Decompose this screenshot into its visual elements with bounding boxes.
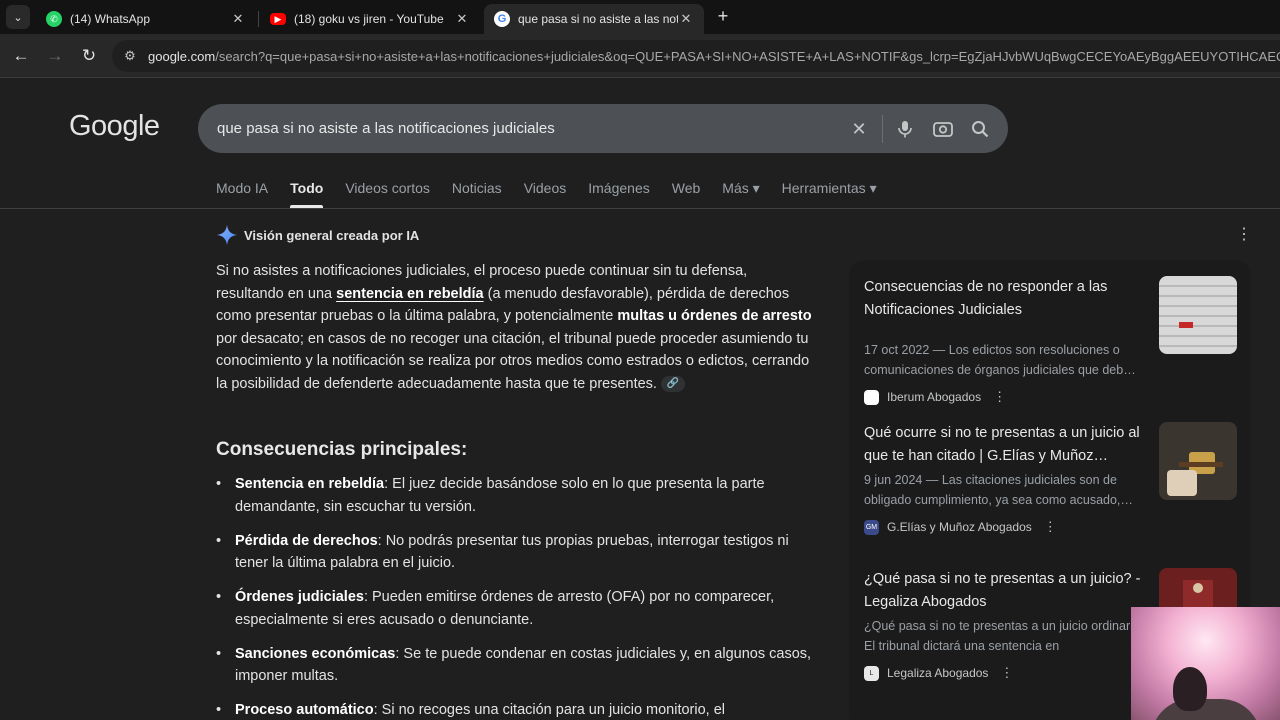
more-options-icon[interactable]: ⋮ bbox=[1044, 519, 1057, 535]
site-favicon bbox=[864, 389, 879, 405]
source-title[interactable]: ¿Qué pasa si no te presentas a un juicio… bbox=[864, 568, 1154, 613]
source-thumbnail[interactable] bbox=[1159, 422, 1237, 500]
tools-button[interactable]: Herramientas ▾ bbox=[782, 180, 877, 208]
tab-noticias[interactable]: Noticias bbox=[452, 180, 502, 208]
site-favicon: L bbox=[864, 665, 879, 681]
sparkle-icon bbox=[216, 224, 238, 246]
tab-mas[interactable]: Más ▾ bbox=[722, 180, 759, 208]
source-thumbnail[interactable] bbox=[1159, 276, 1237, 354]
tab-modo-ia[interactable]: Modo IA bbox=[216, 180, 268, 208]
browser-toolbar: ← → ↻ ⚙ google.com/search?q=que+pasa+si+… bbox=[0, 34, 1280, 78]
source-snippet: 17 oct 2022 — Los edictos son resolucion… bbox=[864, 343, 1136, 377]
ai-overview-summary: Si no asistes a notificaciones judiciale… bbox=[216, 263, 812, 393]
ai-overview-header: Visión general creada por IA bbox=[216, 224, 419, 246]
source-site: L Legaliza Abogados ⋮ bbox=[864, 665, 1013, 681]
tab-title: (18) goku vs jiren - YouTube bbox=[294, 12, 444, 26]
search-type-tabs: Modo IA Todo Videos cortos Noticias Vide… bbox=[216, 180, 899, 208]
link-icon[interactable]: 🔗 bbox=[660, 376, 685, 393]
search-input[interactable]: que pasa si no asiste a las notificacion… bbox=[217, 120, 555, 137]
google-logo[interactable]: Google bbox=[69, 110, 160, 143]
person-image bbox=[1173, 667, 1207, 711]
tab-strip: ⌄ ✆ (14) WhatsApp ✕ ▶ (18) goku vs jiren… bbox=[0, 0, 1280, 34]
list-item: Pérdida de derechos: No podrás presentar… bbox=[216, 530, 816, 575]
tab-whatsapp[interactable]: ✆ (14) WhatsApp ✕ bbox=[36, 4, 256, 34]
search-box[interactable]: que pasa si no asiste a las notificacion… bbox=[198, 104, 1008, 153]
list-item: Sanciones económicas: Se te puede conden… bbox=[216, 643, 816, 688]
highlight-term: multas u órdenes de arresto bbox=[617, 308, 812, 325]
microphone-icon[interactable] bbox=[893, 117, 917, 141]
ai-overview-title: Visión general creada por IA bbox=[244, 227, 420, 243]
address-bar[interactable]: ⚙ google.com/search?q=que+pasa+si+no+asi… bbox=[112, 40, 1280, 72]
highlight-term[interactable]: sentencia en rebeldía bbox=[336, 286, 483, 302]
source-site: GM G.Elías y Muñoz Abogados ⋮ bbox=[864, 519, 1057, 535]
close-icon[interactable]: ✕ bbox=[230, 11, 246, 27]
more-options-icon[interactable]: ⋮ bbox=[993, 389, 1006, 405]
source-site: Iberum Abogados ⋮ bbox=[864, 389, 1006, 405]
tab-youtube[interactable]: ▶ (18) goku vs jiren - YouTube ✕ bbox=[260, 4, 480, 34]
site-info-icon[interactable]: ⚙ bbox=[112, 48, 148, 64]
site-favicon: GM bbox=[864, 519, 879, 535]
forward-icon[interactable]: → bbox=[44, 45, 66, 67]
source-title[interactable]: Consecuencias de no responder a las Noti… bbox=[864, 276, 1154, 321]
tab-search-button[interactable]: ⌄ bbox=[6, 5, 30, 29]
more-options-icon[interactable]: ⋮ bbox=[1000, 665, 1013, 681]
search-icon[interactable] bbox=[968, 117, 992, 141]
whatsapp-icon: ✆ bbox=[46, 11, 62, 27]
new-tab-button[interactable]: + bbox=[712, 5, 734, 27]
google-icon: G bbox=[494, 11, 510, 27]
tab-title: (14) WhatsApp bbox=[70, 12, 151, 26]
tab-title: que pasa si no asiste a las notifi bbox=[518, 12, 678, 26]
list-item: Órdenes judiciales: Pueden emitirse órde… bbox=[216, 586, 816, 631]
tab-videos-cortos[interactable]: Videos cortos bbox=[345, 180, 430, 208]
tab-todo[interactable]: Todo bbox=[290, 180, 324, 208]
tab-imagenes[interactable]: Imágenes bbox=[588, 180, 649, 208]
list-item: Sentencia en rebeldía: El juez decide ba… bbox=[216, 473, 816, 518]
source-title[interactable]: Qué ocurre si no te presentas a un juici… bbox=[864, 422, 1154, 467]
clear-icon[interactable]: ✕ bbox=[847, 117, 871, 141]
source-snippet: 9 jun 2024 — Las citaciones judiciales s… bbox=[864, 473, 1133, 507]
back-icon[interactable]: ← bbox=[10, 45, 32, 67]
section-heading: Consecuencias principales: bbox=[216, 439, 468, 460]
consequences-list: Sentencia en rebeldía: El juez decide ba… bbox=[216, 473, 816, 720]
tab-videos[interactable]: Videos bbox=[524, 180, 567, 208]
close-icon[interactable]: ✕ bbox=[678, 11, 694, 27]
camera-search-icon[interactable] bbox=[931, 117, 955, 141]
webcam-overlay bbox=[1131, 607, 1280, 720]
tab-web[interactable]: Web bbox=[672, 180, 701, 208]
source-snippet: ¿Qué pasa si no te presentas a un juicio… bbox=[864, 619, 1147, 653]
list-item: Proceso automático: Si no recoges una ci… bbox=[216, 699, 816, 720]
more-options-icon[interactable]: ⋮ bbox=[1236, 226, 1252, 244]
youtube-icon: ▶ bbox=[270, 13, 286, 25]
close-icon[interactable]: ✕ bbox=[454, 11, 470, 27]
reload-icon[interactable]: ↻ bbox=[78, 45, 100, 67]
tab-google-search[interactable]: G que pasa si no asiste a las notifi ✕ bbox=[484, 4, 704, 34]
url-text: google.com/search?q=que+pasa+si+no+asist… bbox=[148, 48, 1280, 64]
